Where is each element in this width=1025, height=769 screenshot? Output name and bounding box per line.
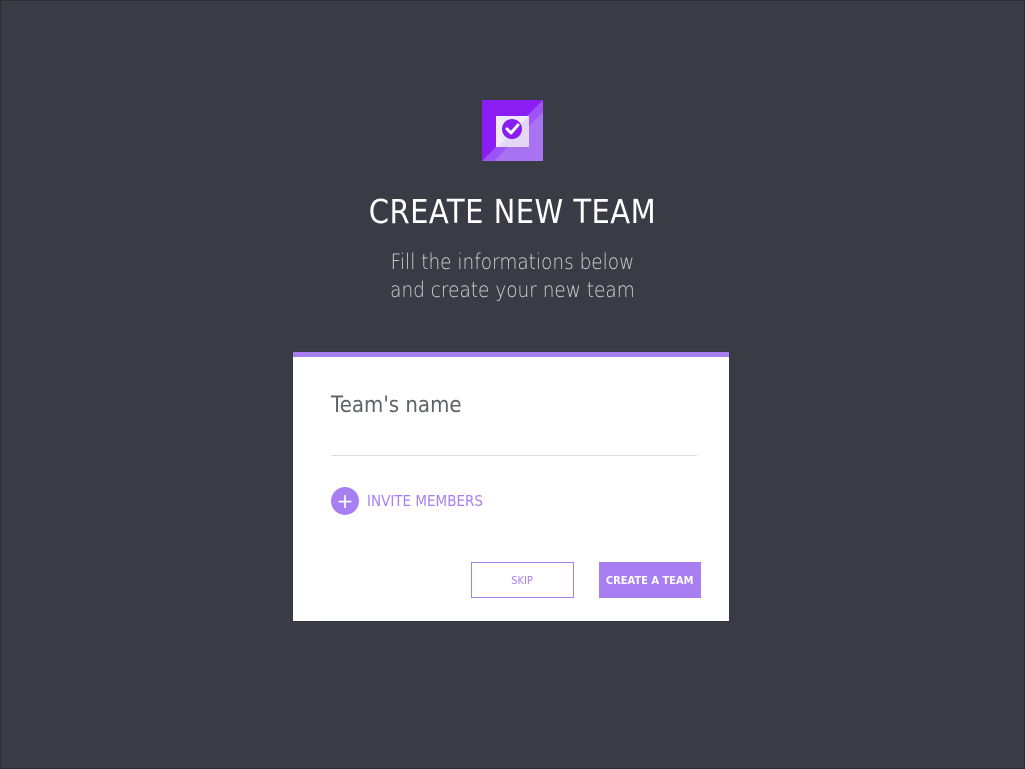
create-team-card: Team's name + INVITE MEMBERS SKIP CREATE…	[293, 352, 729, 621]
create-team-button[interactable]: CREATE A TEAM	[599, 562, 701, 598]
plus-icon: +	[331, 487, 359, 515]
page-title: CREATE NEW TEAM	[368, 192, 657, 231]
page-subtitle-line-2: and create your new team	[390, 278, 635, 302]
team-name-input[interactable]	[331, 427, 697, 453]
invite-members-label: INVITE MEMBERS	[367, 492, 483, 510]
page-subtitle-line-1: Fill the informations below	[390, 250, 635, 274]
skip-button-label: SKIP	[511, 573, 534, 587]
check-badge-icon	[482, 100, 543, 161]
create-team-button-label: CREATE A TEAM	[606, 573, 694, 587]
team-name-label: Team's name	[331, 393, 462, 418]
invite-members-button[interactable]: + INVITE MEMBERS	[331, 487, 496, 515]
team-name-underline	[331, 455, 697, 456]
skip-button[interactable]: SKIP	[471, 562, 574, 598]
